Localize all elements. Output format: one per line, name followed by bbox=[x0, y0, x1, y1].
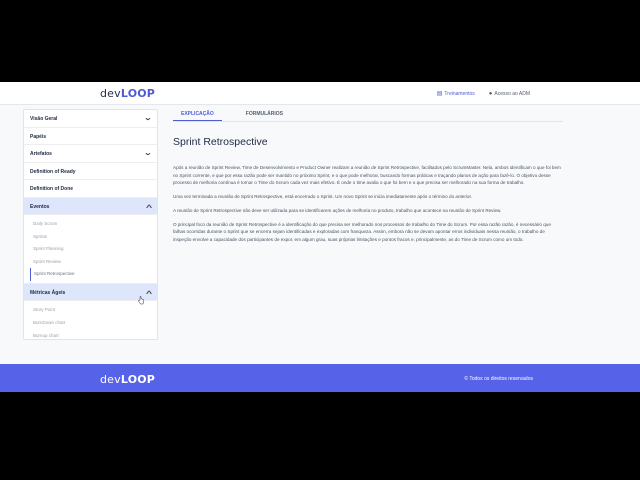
copyright-text: © Todos os direitos reservados bbox=[464, 376, 533, 382]
hand-cursor-icon bbox=[138, 296, 144, 305]
sidebar-item-definition-of-ready[interactable]: Definition of Ready bbox=[24, 163, 157, 180]
page: devLOOP ▤ Treinamentos ● Acesso ao ADM V… bbox=[0, 82, 640, 392]
sidebar-item-label: Eventos bbox=[30, 203, 50, 210]
logo-text-loop: LOOP bbox=[120, 373, 156, 386]
admin-link[interactable]: ● Acesso ao ADM bbox=[489, 90, 530, 97]
sidebar-item-eventos[interactable]: Eventos ^ bbox=[24, 197, 157, 215]
article-body: Após a reunião de Sprint Review, Time de… bbox=[173, 164, 563, 244]
submenu-item-sprints[interactable]: Sprints bbox=[30, 231, 157, 244]
footer: devLOOP © Todos os direitos reservados bbox=[0, 364, 640, 392]
header-links: ▤ Treinamentos ● Acesso ao ADM bbox=[436, 90, 530, 98]
chevron-up-icon: ^ bbox=[145, 204, 153, 212]
sidebar-item-label: Métricas Ágeis bbox=[30, 289, 66, 296]
sidebar-item-label: Definition of Ready bbox=[30, 168, 76, 175]
top-header: devLOOP ▤ Treinamentos ● Acesso ao ADM bbox=[0, 82, 640, 105]
main-content: EXPLICAÇÃO FORMULÁRIOS Sprint Retrospect… bbox=[173, 106, 563, 250]
sidebar-item-label: Artefatos bbox=[30, 151, 52, 157]
chevron-up-icon: ^ bbox=[145, 290, 153, 298]
sidebar: Visão Geral ⌄ Papéis Artefatos ⌄ Definit… bbox=[23, 109, 158, 340]
sidebar-item-definition-of-done[interactable]: Definition of Done bbox=[24, 180, 157, 198]
header-logo[interactable]: devLOOP bbox=[100, 87, 155, 100]
sidebar-item-label: Papéis bbox=[30, 133, 47, 140]
paragraph: A reunião de Sprint Retrospective não de… bbox=[173, 207, 502, 213]
chevron-down-icon: ⌄ bbox=[143, 150, 153, 157]
user-icon: ● bbox=[488, 90, 493, 97]
metricas-submenu: Story Point BurnDown chart Burnup chart bbox=[24, 301, 157, 339]
eventos-submenu: Daily Scrum Sprints Sprint Planning Spri… bbox=[24, 215, 157, 284]
sidebar-item-label: Visão Geral bbox=[30, 116, 58, 122]
paragraph: Uma vez terminada a reunião de Sprint Re… bbox=[173, 194, 473, 200]
submenu-item-daily-scrum[interactable]: Daily Scrum bbox=[30, 218, 157, 231]
submenu-item-sprint-planning[interactable]: Sprint Planning bbox=[30, 243, 157, 256]
submenu-item-burnup-chart[interactable]: Burnup chart bbox=[30, 330, 157, 339]
tab-bar: EXPLICAÇÃO FORMULÁRIOS bbox=[173, 106, 563, 122]
trainings-link-label: Treinamentos bbox=[444, 90, 475, 97]
submenu-item-burndown-chart[interactable]: BurnDown chart bbox=[30, 317, 157, 330]
submenu-item-story-point[interactable]: Story Point bbox=[30, 304, 157, 317]
page-title: Sprint Retrospective bbox=[173, 136, 268, 148]
sidebar-item-artefatos[interactable]: Artefatos ⌄ bbox=[24, 145, 157, 163]
logo-text-loop: LOOP bbox=[120, 87, 156, 100]
trainings-link[interactable]: ▤ Treinamentos bbox=[436, 90, 475, 98]
sidebar-item-label: Definition of Done bbox=[30, 186, 74, 192]
tab-explicacao[interactable]: EXPLICAÇÃO bbox=[173, 106, 222, 121]
paragraph: O principal foco da reunião de Sprint Re… bbox=[173, 221, 551, 242]
footer-logo[interactable]: devLOOP bbox=[100, 373, 155, 386]
paragraph: Após a reunião de Sprint Review, Time de… bbox=[173, 165, 561, 186]
tab-formularios[interactable]: FORMULÁRIOS bbox=[238, 106, 291, 121]
admin-link-label: Acesso ao ADM bbox=[494, 90, 530, 97]
submenu-item-sprint-review[interactable]: Sprint Review bbox=[30, 256, 157, 269]
sidebar-item-papeis[interactable]: Papéis bbox=[24, 128, 157, 145]
submenu-item-sprint-retrospective[interactable]: Sprint Retrospective bbox=[30, 268, 157, 281]
sidebar-item-visao-geral[interactable]: Visão Geral ⌄ bbox=[24, 110, 157, 128]
document-icon: ▤ bbox=[436, 91, 443, 97]
chevron-down-icon: ⌄ bbox=[143, 115, 153, 122]
logo-text-dev: dev bbox=[100, 87, 121, 100]
logo-text-dev: dev bbox=[100, 373, 121, 386]
